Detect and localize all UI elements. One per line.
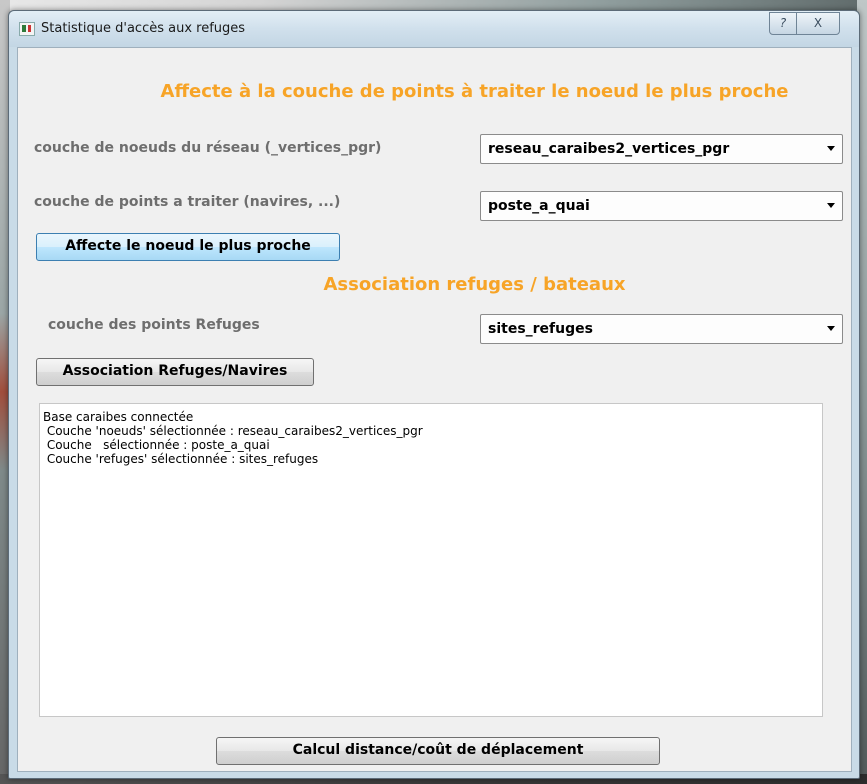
app-icon [19, 22, 35, 36]
nodes-layer-value: reseau_caraibes2_vertices_pgr [488, 141, 730, 157]
log-line: Couche 'noeuds' sélectionnée : reseau_ca… [43, 424, 423, 438]
refuges-layer-select[interactable]: sites_refuges [480, 314, 843, 344]
window-title: Statistique d'accès aux refuges [41, 21, 246, 36]
associate-refuges-button[interactable]: Association Refuges/Navires [36, 358, 314, 386]
log-line: Couche 'refuges' sélectionnée : sites_re… [43, 452, 319, 466]
dialog-content: Affecte à la couche de points à traiter … [17, 47, 852, 772]
help-button[interactable]: ? [769, 12, 797, 35]
refuges-layer-value: sites_refuges [488, 321, 593, 337]
nodes-layer-select[interactable]: reseau_caraibes2_vertices_pgr [480, 134, 843, 164]
log-line: Base caraibes connectée [43, 410, 194, 424]
log-output[interactable]: Base caraibes connectée Couche 'noeuds' … [39, 403, 823, 717]
assign-nearest-node-button[interactable]: Affecte le noeud le plus proche [36, 233, 340, 261]
points-layer-select[interactable]: poste_a_quai [480, 191, 843, 221]
log-line: Couche sélectionnée : poste_a_quai [43, 438, 270, 452]
refuges-layer-label: couche des points Refuges [48, 317, 260, 333]
chevron-down-icon [827, 146, 835, 151]
compute-distance-cost-button[interactable]: Calcul distance/coût de déplacement [216, 737, 660, 765]
section-nearest-node-heading: Affecte à la couche de points à traiter … [160, 81, 789, 102]
section-association-heading: Association refuges / bateaux [323, 274, 626, 295]
points-layer-value: poste_a_quai [488, 198, 590, 214]
dialog-window: Statistique d'accès aux refuges ? X Affe… [8, 10, 860, 779]
chevron-down-icon [827, 203, 835, 208]
chevron-down-icon [827, 326, 835, 331]
points-layer-label: couche de points a traiter (navires, ...… [34, 194, 341, 210]
close-button[interactable]: X [796, 12, 840, 35]
nodes-layer-label: couche de noeuds du réseau (_vertices_pg… [34, 140, 382, 156]
title-bar[interactable]: Statistique d'accès aux refuges ? X [9, 11, 859, 47]
